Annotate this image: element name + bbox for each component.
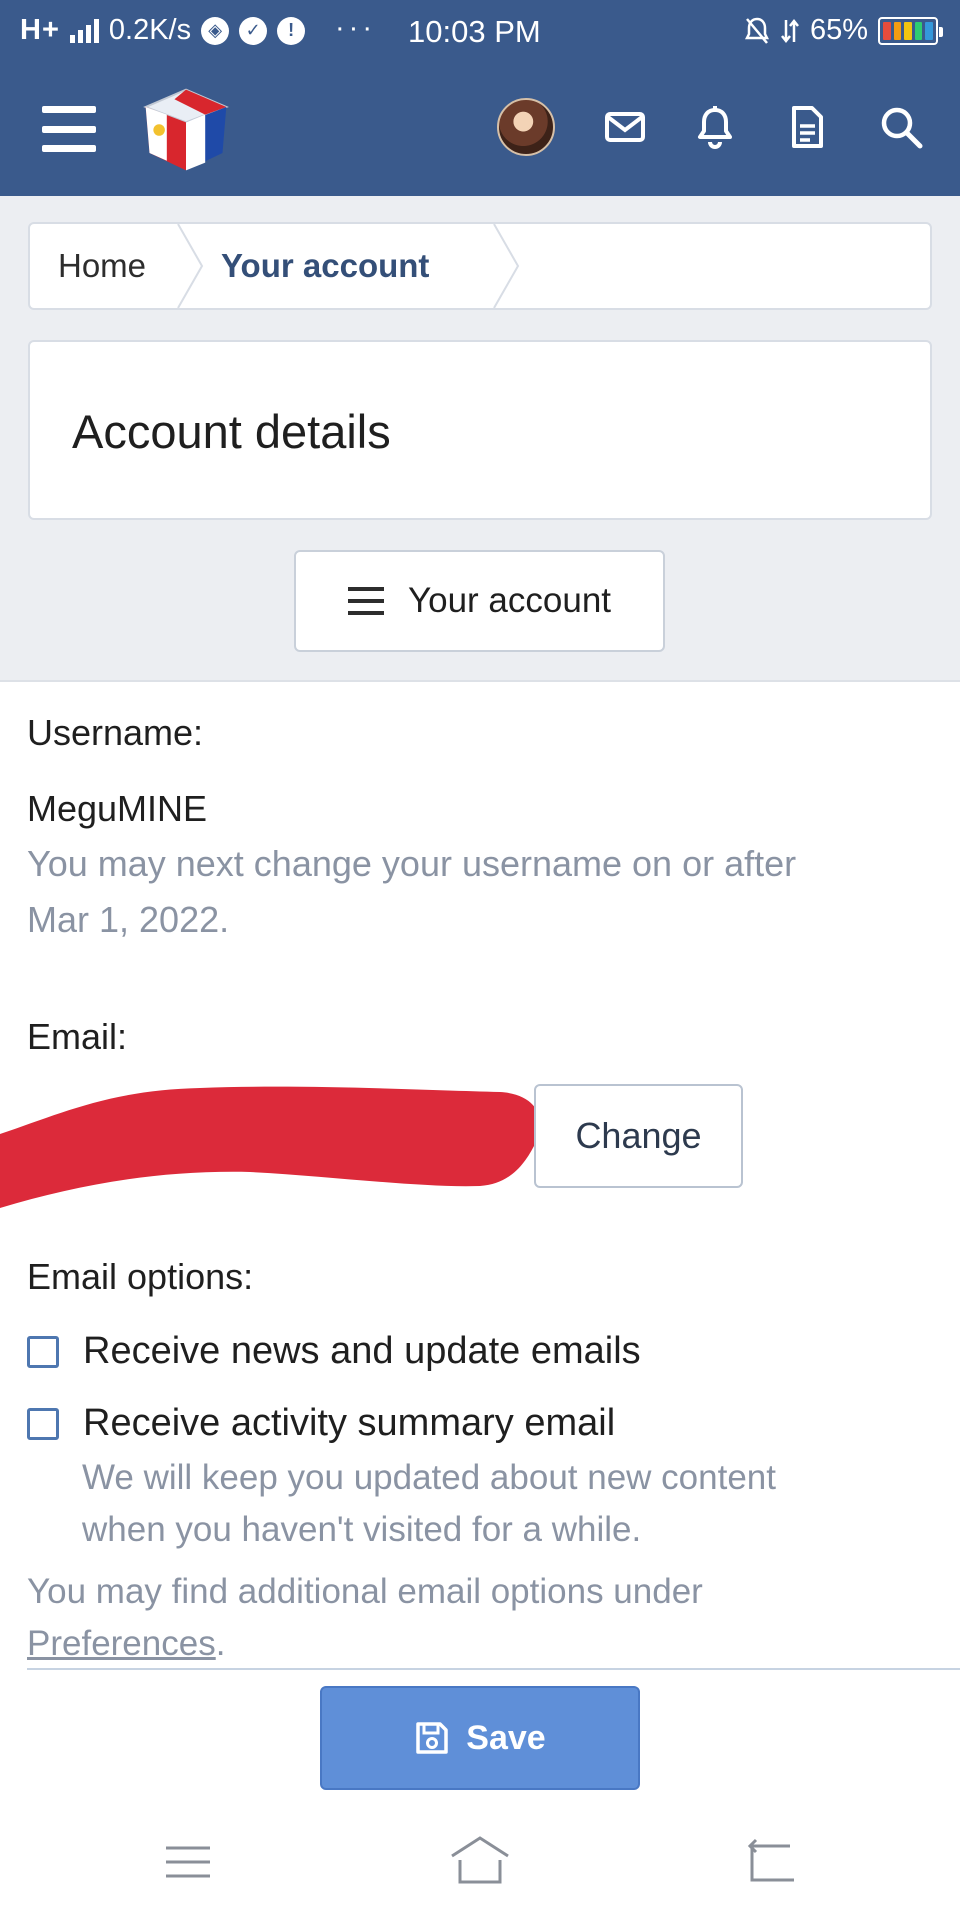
page-title-card: Account details — [28, 340, 932, 520]
email-options-label: Email options: — [27, 1256, 254, 1297]
news-emails-label: Receive news and update emails — [83, 1330, 641, 1372]
home-icon[interactable] — [450, 1832, 510, 1892]
activity-hint-line2: when you haven't visited for a while. — [82, 1510, 642, 1549]
avatar[interactable] — [497, 98, 555, 156]
silent-icon — [744, 17, 769, 44]
news-emails-option[interactable]: Receive news and update emails — [27, 1330, 641, 1373]
clock: 10:03 PM — [408, 14, 541, 49]
preferences-note: You may find additional email options un… — [27, 1566, 927, 1670]
your-account-menu-button[interactable]: Your account — [294, 550, 665, 652]
site-logo[interactable] — [138, 82, 234, 178]
search-icon[interactable] — [878, 104, 924, 150]
username-hint-line1: You may next change your username on or … — [27, 843, 797, 884]
username-label: Username: — [27, 712, 204, 753]
back-icon[interactable] — [742, 1832, 802, 1892]
battery-icon — [878, 16, 943, 45]
breadcrumb-home[interactable]: Home — [58, 224, 146, 308]
bell-icon[interactable] — [692, 104, 738, 150]
save-button[interactable]: Save — [320, 1686, 640, 1790]
redacted-email-mark — [0, 1086, 541, 1208]
menu-lines-icon — [347, 587, 384, 615]
alert-icon: ! — [277, 16, 306, 45]
vpn-icon: ◈ — [201, 16, 230, 45]
news-emails-checkbox[interactable] — [27, 1335, 59, 1368]
activity-hint-line1: We will keep you updated about new conte… — [82, 1458, 776, 1497]
activity-summary-checkbox[interactable] — [27, 1407, 59, 1440]
username-value: MeguMINE — [27, 788, 208, 829]
app-header — [0, 64, 960, 196]
activity-summary-label: Receive activity summary email — [83, 1402, 616, 1444]
save-button-label: Save — [466, 1718, 546, 1757]
form-divider — [27, 1668, 960, 1670]
more-notifications: ··· — [335, 12, 376, 44]
preferences-note-text: You may find additional email options un… — [27, 1572, 703, 1611]
inbox-icon[interactable] — [602, 104, 648, 150]
hamburger-menu-icon[interactable] — [42, 106, 96, 152]
status-bar: H+ 0.2K/s ◈ ✓ ! ··· 10:03 PM 65% — [0, 0, 960, 64]
your-account-menu-label: Your account — [407, 581, 612, 620]
preferences-link[interactable]: Preferences — [27, 1624, 216, 1663]
page-title: Account details — [72, 405, 391, 458]
network-speed: 0.2K/s — [108, 14, 192, 46]
preferences-note-end: . — [215, 1624, 226, 1663]
breadcrumb: Home Your account — [28, 222, 932, 310]
system-nav-bar — [0, 1800, 960, 1920]
email-label: Email: — [27, 1016, 128, 1057]
username-hint-line2: Mar 1, 2022. — [27, 899, 230, 940]
signal-bars-icon — [69, 18, 99, 43]
battery-percent: 65% — [809, 14, 868, 46]
breadcrumb-your-account[interactable]: Your account — [221, 224, 429, 308]
recent-apps-icon[interactable] — [158, 1832, 218, 1892]
save-icon — [416, 1722, 449, 1754]
check-icon: ✓ — [239, 16, 268, 45]
activity-summary-option[interactable]: Receive activity summary email — [27, 1402, 615, 1445]
network-type: H+ — [20, 14, 60, 46]
change-email-button[interactable]: Change — [534, 1084, 743, 1188]
page-top-section: Home Your account Account details Your a… — [0, 196, 960, 682]
document-icon[interactable] — [784, 104, 830, 150]
data-arrows-icon — [780, 18, 799, 43]
